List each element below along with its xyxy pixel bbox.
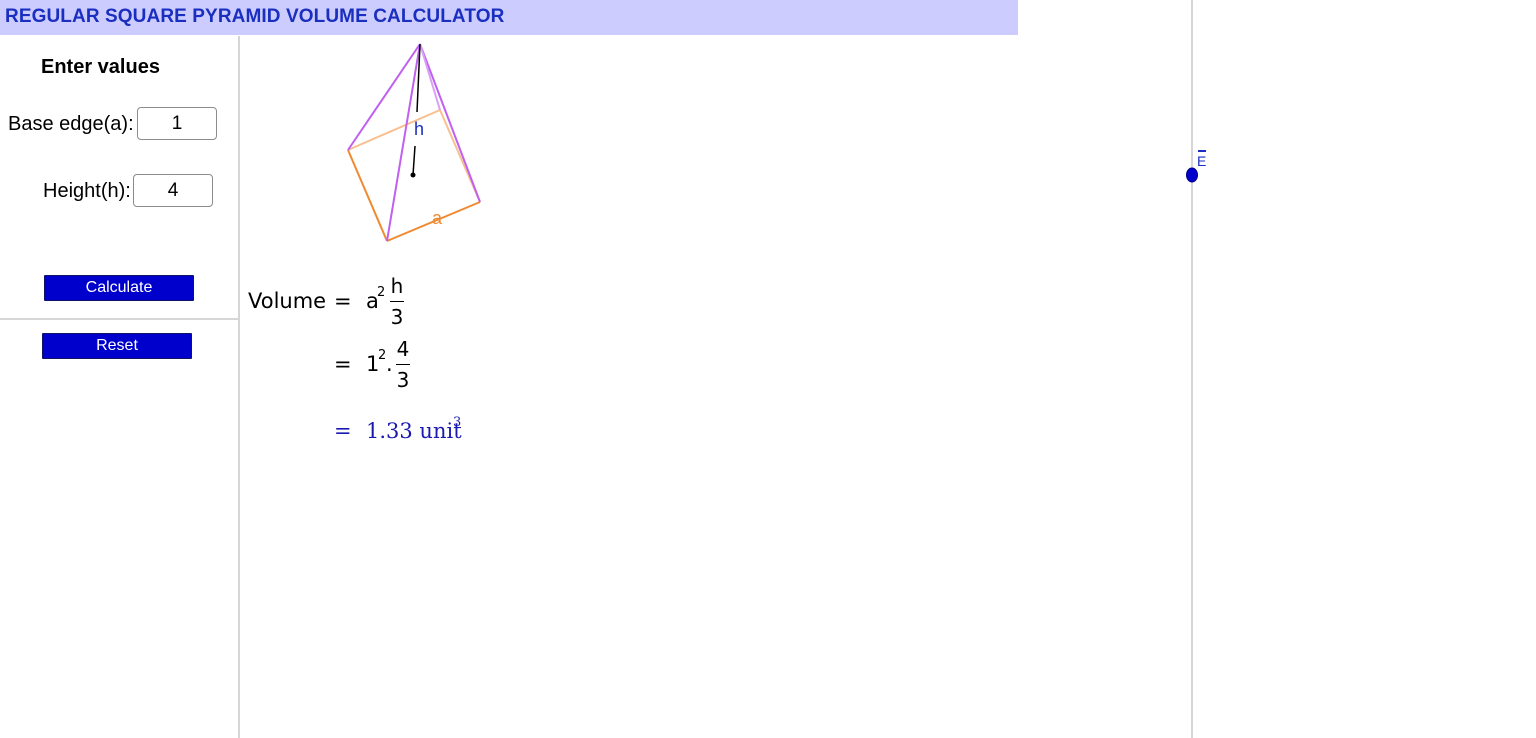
volume-result: 1.33 unit — [366, 419, 462, 443]
substituted-numerator: 4 — [396, 337, 410, 361]
pyramid-base-edge-front-left — [347, 149, 388, 242]
fraction-h-over-3: h 3 — [390, 274, 404, 329]
equals-sign-3: = — [334, 419, 352, 443]
height-segment-bottom — [412, 145, 416, 176]
pyramid-diagram: h a E — [347, 43, 1206, 242]
fraction-denominator: 3 — [390, 305, 404, 329]
graphics-point — [1186, 167, 1198, 183]
equals-sign-2: = — [334, 352, 352, 376]
base-center-point — [410, 172, 416, 178]
fraction-4-over-3: 4 3 — [396, 337, 410, 392]
height-symbol-label: h — [414, 119, 424, 139]
pyramid-lateral-edge-2 — [386, 43, 421, 242]
graphics-point-label-icon: E — [1197, 150, 1206, 169]
edge-symbol-label: a — [432, 208, 443, 228]
equals-sign-1: = — [334, 289, 352, 313]
pyramid-lateral-edge-hidden — [419, 43, 441, 111]
fraction-numerator: h — [390, 274, 404, 298]
volume-label: Volume — [248, 289, 327, 313]
pyramid-lateral-edge-3 — [419, 43, 481, 203]
multiply-dot: . — [386, 352, 393, 376]
base-exponent: 2 — [377, 285, 386, 300]
svg-text:E: E — [1197, 153, 1206, 169]
substituted-denominator: 3 — [396, 368, 410, 392]
result-exponent: 3 — [453, 415, 462, 430]
